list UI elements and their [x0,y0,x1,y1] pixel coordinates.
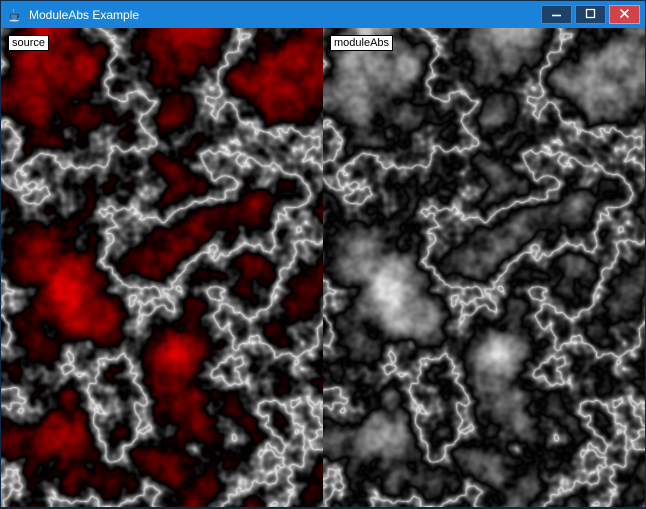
moduleabs-image [323,28,645,507]
java-app-icon [7,7,23,23]
close-icon [619,6,630,24]
minimize-button[interactable] [541,5,572,24]
source-panel: source [1,28,323,507]
source-label: source [8,35,49,51]
app-window: ModuleAbs Example [0,0,646,509]
maximize-icon [585,6,596,24]
minimize-icon [551,6,562,24]
moduleabs-panel: moduleAbs [323,28,645,507]
source-image [1,28,323,507]
close-button[interactable] [609,5,640,24]
maximize-button[interactable] [575,5,606,24]
window-controls [541,5,645,24]
moduleabs-label: moduleAbs [330,35,393,51]
window-title: ModuleAbs Example [29,8,139,22]
client-area: source moduleAbs [1,28,645,507]
titlebar[interactable]: ModuleAbs Example [1,1,645,28]
